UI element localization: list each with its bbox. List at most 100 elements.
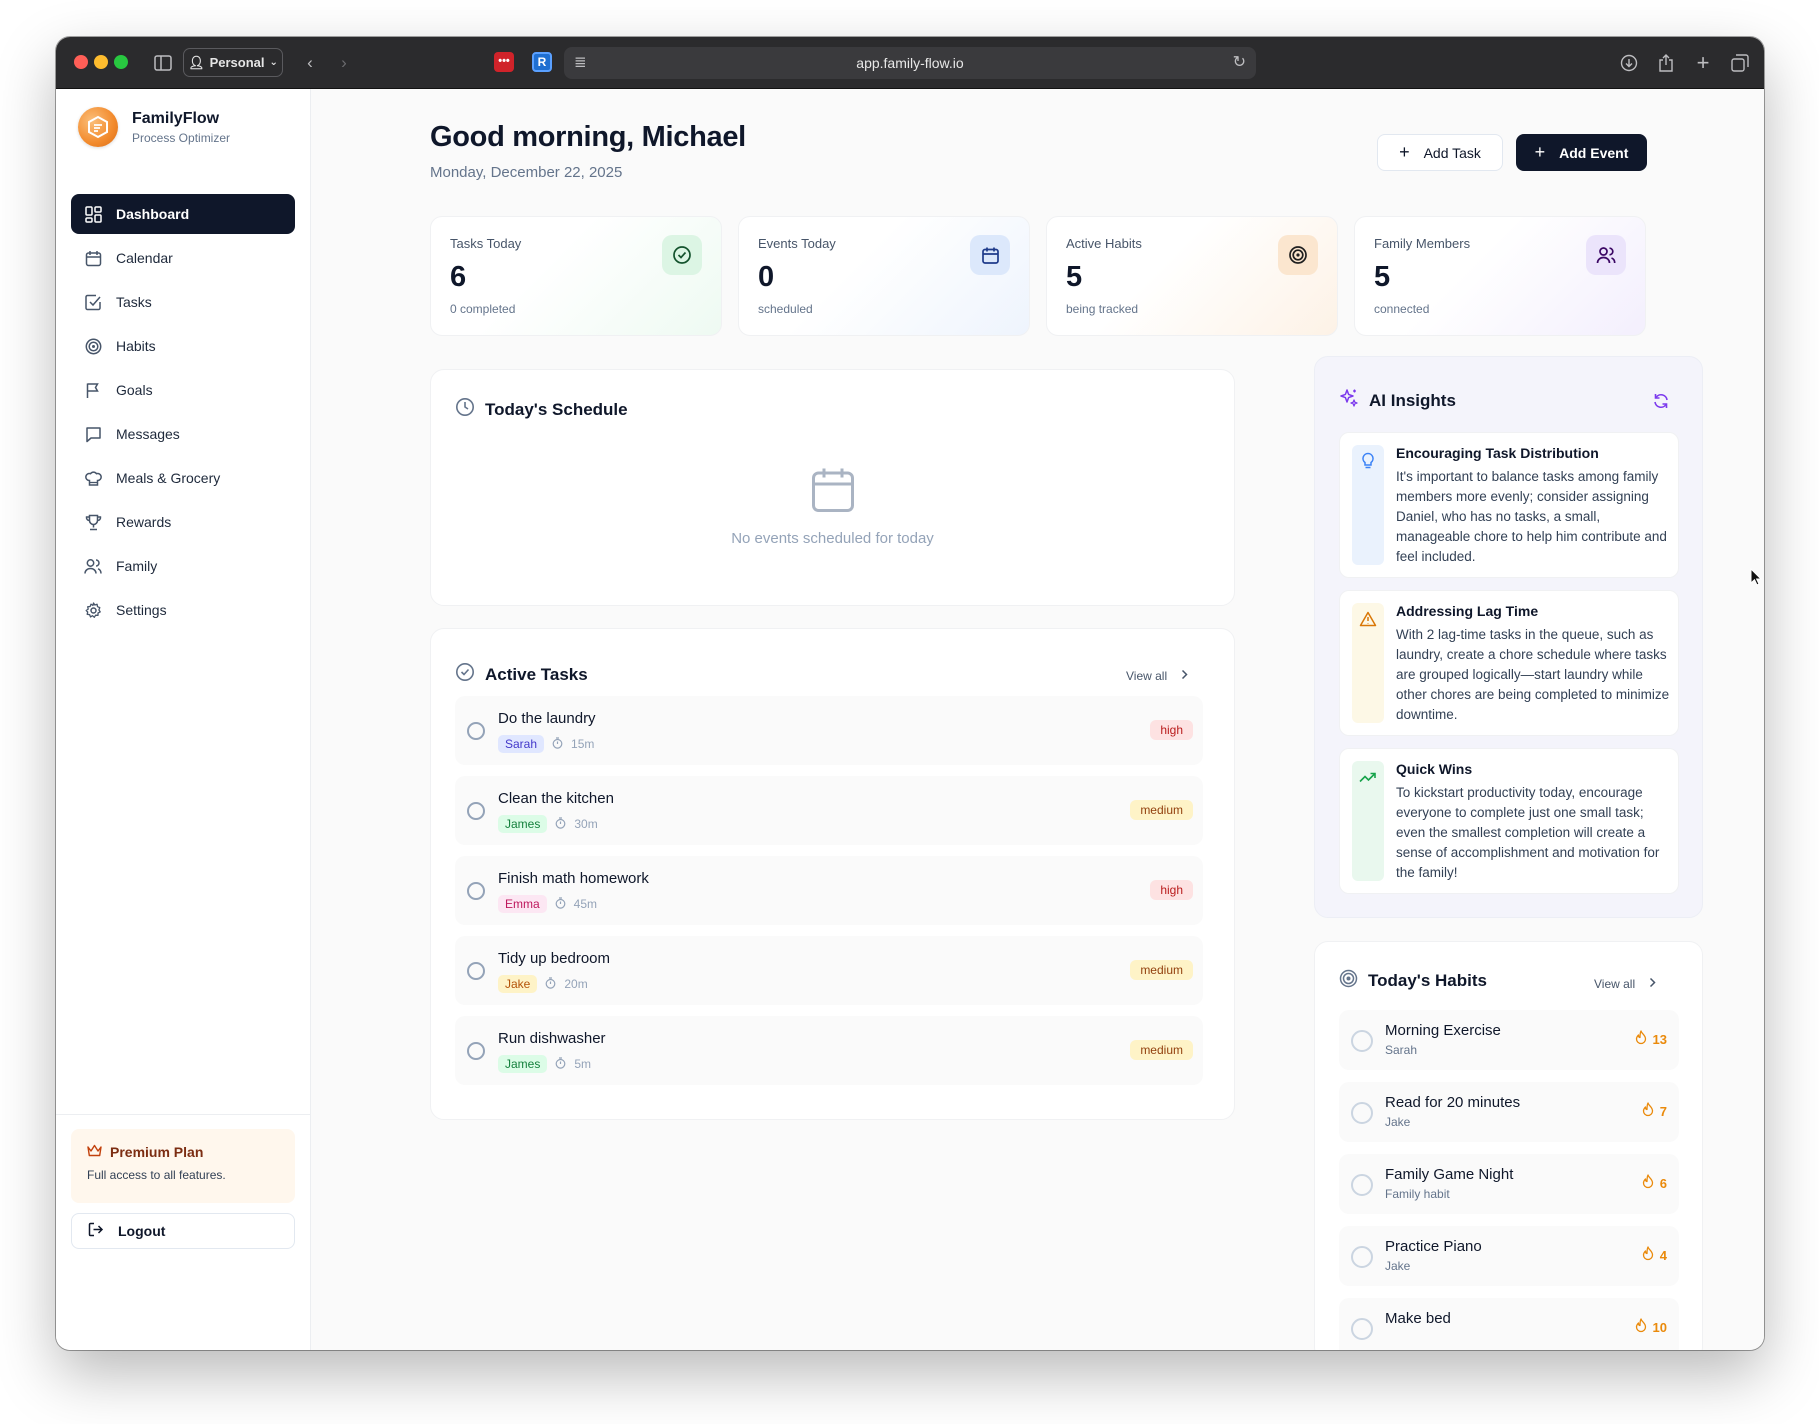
zoom-window-button[interactable] xyxy=(114,55,128,69)
calendar-icon xyxy=(970,235,1010,275)
habit-streak: 7 xyxy=(1642,1102,1667,1120)
back-icon[interactable]: ‹ xyxy=(297,51,323,75)
current-date: Monday, December 22, 2025 xyxy=(430,164,623,181)
stat-card-tasks-today[interactable]: Tasks Today 6 0 completed xyxy=(430,216,722,336)
mouse-cursor-icon xyxy=(1750,567,1763,591)
add-task-button[interactable]: + Add Task xyxy=(1377,134,1503,171)
habit-row[interactable]: Read for 20 minutes Jake 7 xyxy=(1339,1082,1679,1142)
reader-icon[interactable]: ≣ xyxy=(574,53,587,71)
page-title: Good morning, Michael xyxy=(430,121,746,153)
view-all-label: View all xyxy=(1126,669,1168,683)
app-root: FamilyFlow Process Optimizer Dashboard C… xyxy=(56,89,1764,1350)
habits-view-all-link[interactable]: View all xyxy=(1594,977,1656,991)
sidebar-item-goals[interactable]: Goals xyxy=(71,370,295,410)
sidebar-item-calendar[interactable]: Calendar xyxy=(71,238,295,278)
browser-toolbar: 👤︎ Personal ⌄ ‹ › ••• R ≣ app.family-flo… xyxy=(56,37,1764,89)
task-complete-checkbox[interactable] xyxy=(467,1042,485,1060)
habit-row[interactable]: Make bed 10 xyxy=(1339,1298,1679,1350)
minimize-window-button[interactable] xyxy=(94,55,108,69)
brand-name: FamilyFlow xyxy=(132,109,220,127)
active-tasks-card: Active Tasks View all Do the laundry Sara… xyxy=(430,628,1235,1120)
sidebar-item-habits[interactable]: Habits xyxy=(71,326,295,366)
habit-complete-checkbox[interactable] xyxy=(1351,1246,1373,1268)
sidebar-nav: Dashboard Calendar Tasks Habits Goals Me… xyxy=(71,194,295,634)
task-row[interactable]: Tidy up bedroom Jake 20m medium xyxy=(455,936,1203,1005)
person-icon: 👤︎ xyxy=(188,54,205,70)
priority-badge: high xyxy=(1150,880,1193,900)
habit-complete-checkbox[interactable] xyxy=(1351,1030,1373,1052)
address-bar[interactable]: ≣ app.family-flow.io ↻ xyxy=(564,47,1256,79)
tab-overview-icon[interactable] xyxy=(1727,51,1753,75)
schedule-empty-text: No events scheduled for today xyxy=(731,530,934,547)
insight-body: To kickstart productivity today, encoura… xyxy=(1396,785,1660,880)
lightbulb-icon xyxy=(1356,449,1380,473)
task-complete-checkbox[interactable] xyxy=(467,722,485,740)
todays-habits-card: Today's Habits View all Morning Exercise… xyxy=(1314,941,1703,1350)
task-row[interactable]: Do the laundry Sarah 15m high xyxy=(455,696,1203,765)
logout-icon xyxy=(88,1222,104,1240)
habit-name: Make bed xyxy=(1385,1310,1451,1327)
sidebar-item-rewards[interactable]: Rewards xyxy=(71,502,295,542)
reload-icon[interactable]: ↻ xyxy=(1233,52,1246,72)
sidebar-item-family[interactable]: Family xyxy=(71,546,295,586)
checkbox-icon xyxy=(84,293,102,311)
task-complete-checkbox[interactable] xyxy=(467,802,485,820)
forward-icon[interactable]: › xyxy=(331,51,357,75)
sidebar-item-tasks[interactable]: Tasks xyxy=(71,282,295,322)
plus-icon: + xyxy=(1399,142,1410,162)
sidebar-item-messages[interactable]: Messages xyxy=(71,414,295,454)
add-event-button[interactable]: + Add Event xyxy=(1516,134,1647,171)
task-row[interactable]: Finish math homework Emma 45m high xyxy=(455,856,1203,925)
refresh-insights-icon[interactable] xyxy=(1652,392,1670,415)
habit-complete-checkbox[interactable] xyxy=(1351,1318,1373,1340)
ai-insights-card: AI Insights Encouraging Task Distributio… xyxy=(1314,356,1703,918)
task-row[interactable]: Run dishwasher James 5m medium xyxy=(455,1016,1203,1085)
task-duration: 20m xyxy=(564,977,588,991)
habit-row[interactable]: Family Game Night Family habit 6 xyxy=(1339,1154,1679,1214)
sidebar-toggle-icon[interactable] xyxy=(150,51,176,75)
extension-r-icon[interactable]: R xyxy=(532,52,552,72)
timer-icon xyxy=(555,1056,566,1072)
sidebar-item-label: Settings xyxy=(116,602,167,618)
habit-owner: Jake xyxy=(1385,1259,1411,1273)
habit-streak: 6 xyxy=(1642,1174,1667,1192)
streak-count: 10 xyxy=(1652,1319,1667,1335)
insight-card: Encouraging Task Distribution It's import… xyxy=(1339,432,1679,578)
task-row[interactable]: Clean the kitchen James 30m medium xyxy=(455,776,1203,845)
sidebar-item-dashboard[interactable]: Dashboard xyxy=(71,194,295,234)
view-all-label: View all xyxy=(1594,977,1636,991)
task-duration: 15m xyxy=(571,737,595,751)
stat-card-active-habits[interactable]: Active Habits 5 being tracked xyxy=(1046,216,1338,336)
stat-card-family-members[interactable]: Family Members 5 connected xyxy=(1354,216,1646,336)
assignee-badge: Jake xyxy=(498,975,538,993)
tasks-view-all-link[interactable]: View all xyxy=(1126,669,1188,683)
logout-button[interactable]: Logout xyxy=(71,1213,295,1249)
task-complete-checkbox[interactable] xyxy=(467,962,485,980)
brand[interactable]: FamilyFlow Process Optimizer xyxy=(78,107,230,147)
sidebar-item-settings[interactable]: Settings xyxy=(71,590,295,630)
share-icon[interactable] xyxy=(1653,51,1679,75)
check-circle-icon xyxy=(455,662,475,687)
sidebar-divider xyxy=(56,1114,310,1115)
habit-row[interactable]: Practice Piano Jake 4 xyxy=(1339,1226,1679,1286)
active-tasks-title: Active Tasks xyxy=(485,664,588,684)
download-icon[interactable] xyxy=(1616,51,1642,75)
clock-icon xyxy=(455,397,475,422)
sidebar-item-meals-grocery[interactable]: Meals & Grocery xyxy=(71,458,295,498)
extension-lastpass-icon[interactable]: ••• xyxy=(494,52,514,72)
habit-row[interactable]: Morning Exercise Sarah 13 xyxy=(1339,1010,1679,1070)
task-complete-checkbox[interactable] xyxy=(467,882,485,900)
sidebar-item-label: Tasks xyxy=(116,294,152,310)
close-window-button[interactable] xyxy=(74,55,88,69)
profile-switcher[interactable]: 👤︎ Personal ⌄ xyxy=(183,48,283,77)
flame-icon xyxy=(1635,1318,1647,1336)
brand-subtitle: Process Optimizer xyxy=(132,130,231,145)
habit-complete-checkbox[interactable] xyxy=(1351,1102,1373,1124)
sidebar-item-label: Habits xyxy=(116,338,156,354)
gear-icon xyxy=(84,601,102,619)
habit-complete-checkbox[interactable] xyxy=(1351,1174,1373,1196)
stat-card-events-today[interactable]: Events Today 0 scheduled xyxy=(738,216,1030,336)
timer-icon xyxy=(552,736,563,752)
new-tab-icon[interactable]: + xyxy=(1690,50,1716,75)
insight-title: Addressing Lag Time xyxy=(1396,603,1539,619)
